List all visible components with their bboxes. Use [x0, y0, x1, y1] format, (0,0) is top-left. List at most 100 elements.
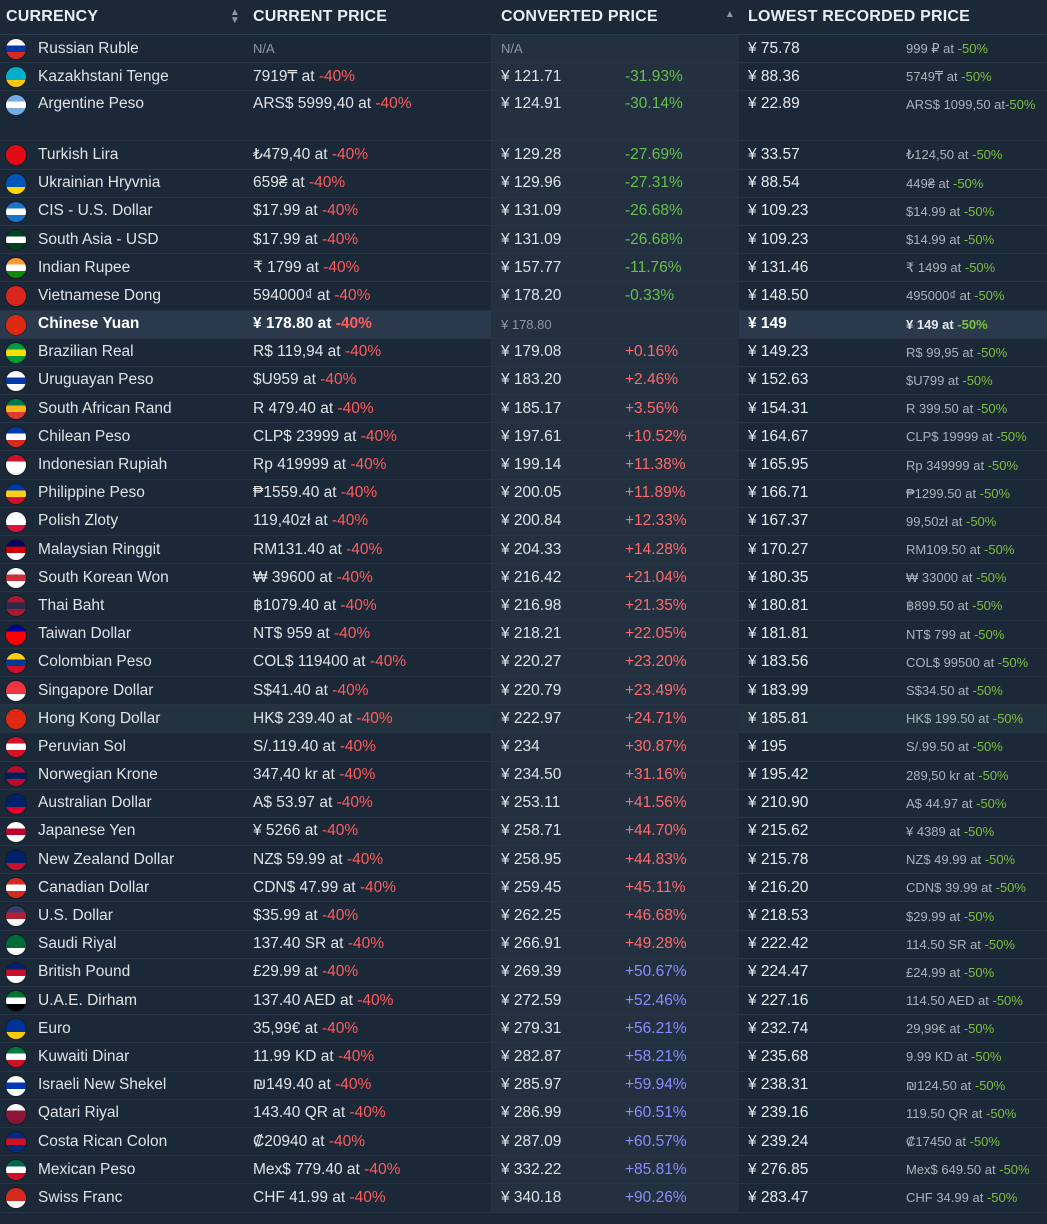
current-price: CDN$ 47.99 at -40% — [253, 874, 396, 901]
lowest-discount: -50% — [968, 598, 1003, 614]
current-discount: -40% — [352, 991, 394, 1009]
currency-name: Indonesian Rupiah — [38, 456, 168, 474]
flag-icon — [6, 934, 26, 955]
current-price-value: 35,99€ at — [253, 1019, 318, 1037]
table-row[interactable]: Qatari Riyal 143.40 QR at -40% ¥ 286.99 +60… — [0, 1099, 1047, 1128]
table-row[interactable]: Colombian Peso COL$ 119400 at -40% ¥ 220.2… — [0, 648, 1047, 677]
table-row[interactable]: Malaysian Ringgit RM131.40 at -40% ¥ 204.3… — [0, 536, 1047, 565]
table-row[interactable]: Argentine Peso ARS$ 5999,40 at -40% ¥ 124.… — [0, 91, 1047, 142]
current-discount: -40% — [352, 709, 393, 727]
current-price: ₪149.40 at -40% — [253, 1072, 371, 1099]
table-row[interactable]: U.A.E. Dirham 137.40 AED at -40% ¥ 272.59 +… — [0, 987, 1047, 1016]
lowest-local-price-value: $29.99 at — [906, 908, 961, 924]
table-row[interactable]: British Pound £29.99 at -40% ¥ 269.39 +50.6… — [0, 958, 1047, 987]
table-row[interactable]: Chilean Peso CLP$ 23999 at -40% ¥ 197.61 +1… — [0, 423, 1047, 452]
price-difference-percent: +21.35% — [625, 596, 687, 614]
flag-icon — [6, 258, 26, 279]
table-row[interactable]: Israeli New Shekel ₪149.40 at -40% ¥ 285.9… — [0, 1071, 1047, 1100]
column-header-currency[interactable]: CURRENCY ▲ ▼ — [6, 0, 242, 34]
price-difference-percent: -26.68% — [625, 202, 683, 220]
converted-price: ¥ 272.59 — [501, 991, 562, 1009]
current-discount: -40% — [355, 878, 397, 896]
current-price-value: S/.119.40 at — [253, 737, 336, 755]
table-row[interactable]: Brazilian Real R$ 119,94 at -40% ¥ 179.08 +… — [0, 338, 1047, 367]
table-row[interactable]: Vietnamese Dong 594000₫ at -40% ¥ 178.20 -0… — [0, 282, 1047, 311]
table-row[interactable]: CIS - U.S. Dollar $17.99 at -40% ¥ 131.09 -… — [0, 197, 1047, 226]
table-row[interactable]: New Zealand Dollar NZ$ 59.99 at -40% ¥ 258… — [0, 846, 1047, 875]
table-row[interactable]: South African Rand R 479.40 at -40% ¥ 185.… — [0, 395, 1047, 424]
table-row[interactable]: South Asia - USD $17.99 at -40% ¥ 131.09 -2… — [0, 225, 1047, 255]
table-row[interactable]: Saudi Riyal 137.40 SR at -40% ¥ 266.91 +49.… — [0, 930, 1047, 959]
table-row[interactable]: Kuwaiti Dinar 11.99 KD at -40% ¥ 282.87 +58… — [0, 1043, 1047, 1072]
lowest-local-price-value: ₹ 1499 at — [906, 259, 962, 275]
table-row[interactable]: Polish Zloty 119,40zł at -40% ¥ 200.84 +12.… — [0, 507, 1047, 536]
flag-icon — [6, 1131, 26, 1152]
table-row[interactable]: U.S. Dollar $35.99 at -40% ¥ 262.25 +46.68%… — [0, 902, 1047, 931]
lowest-local-price: RM109.50 at -50% — [906, 536, 1014, 563]
table-row[interactable]: Turkish Lira ₺479,40 at -40% ¥ 129.28 -27.6… — [0, 141, 1047, 170]
current-price: ₱1559.40 at -40% — [253, 480, 377, 507]
lowest-converted-price: ¥ 88.36 — [748, 67, 800, 85]
table-row[interactable]: Euro 35,99€ at -40% ¥ 279.31 +56.21% ¥ 232.7… — [0, 1015, 1047, 1044]
flag-icon — [6, 906, 26, 927]
table-row[interactable]: Ukrainian Hryvnia 659₴ at -40% ¥ 129.96 -27… — [0, 169, 1047, 198]
table-row[interactable]: Canadian Dollar CDN$ 47.99 at -40% ¥ 259.4… — [0, 874, 1047, 903]
table-row[interactable]: Peruvian Sol S/.119.40 at -40% ¥ 234 +30.87… — [0, 733, 1047, 762]
flag-icon — [6, 67, 26, 88]
sort-both-icon[interactable]: ▲ ▼ — [230, 8, 240, 26]
current-price-value: N/A — [253, 41, 275, 57]
table-row[interactable]: Taiwan Dollar NT$ 959 at -40% ¥ 218.21 +22.… — [0, 620, 1047, 649]
current-price-value: 659₴ at — [253, 174, 305, 192]
table-row[interactable]: Mexican Peso Mex$ 779.40 at -40% ¥ 332.22 +… — [0, 1156, 1047, 1185]
lowest-local-price-value: 114.50 SR at — [906, 936, 981, 952]
lowest-local-price: A$ 44.97 at -50% — [906, 790, 1006, 817]
column-header-lowest-price-label: LOWEST RECORDED PRICE — [748, 8, 970, 25]
table-row[interactable]: Singapore Dollar S$41.40 at -40% ¥ 220.79 +… — [0, 676, 1047, 706]
lowest-converted-price: ¥ 180.35 — [748, 568, 809, 586]
table-row[interactable]: Philippine Peso ₱1559.40 at -40% ¥ 200.05 +… — [0, 479, 1047, 508]
current-price: NT$ 959 at -40% — [253, 621, 370, 648]
table-row[interactable]: Kazakhstani Tenge 7919₸ at -40% ¥ 121.71 -3… — [0, 63, 1047, 92]
current-discount: -40% — [346, 456, 387, 474]
current-price: CLP$ 23999 at -40% — [253, 423, 397, 450]
column-header-converted-price[interactable]: CONVERTED PRICE ▲ — [501, 0, 737, 34]
table-row[interactable]: Indian Rupee ₹ 1799 at -40% ¥ 157.77 -11.76… — [0, 254, 1047, 283]
lowest-local-price-value: 9.99 KD at — [906, 1049, 968, 1065]
table-row[interactable]: South Korean Won ₩ 39600 at -40% ¥ 216.42 +… — [0, 564, 1047, 593]
table-row[interactable]: Uruguayan Peso $U959 at -40% ¥ 183.20 +2.46… — [0, 366, 1047, 396]
table-row[interactable]: Hong Kong Dollar HK$ 239.40 at -40% ¥ 222.… — [0, 705, 1047, 734]
flag-icon — [6, 1188, 26, 1209]
lowest-local-price: ARS$ 1099,50 at -50% — [906, 91, 1041, 142]
lowest-converted-price: ¥ 283.47 — [748, 1188, 809, 1206]
table-row[interactable]: Indonesian Rupiah Rp 419999 at -40% ¥ 199.… — [0, 451, 1047, 480]
lowest-discount: -50% — [974, 767, 1009, 783]
lowest-converted-price: ¥ 210.90 — [748, 794, 809, 812]
current-discount: -40% — [317, 963, 359, 981]
table-row[interactable]: Japanese Yen ¥ 5266 at -40% ¥ 258.71 +44.70… — [0, 817, 1047, 847]
sort-ascending-icon[interactable]: ▲ — [725, 10, 735, 20]
flag-icon — [6, 173, 26, 194]
lowest-local-price: CDN$ 39.99 at -50% — [906, 874, 1026, 901]
column-header-current-price[interactable]: CURRENT PRICE — [253, 0, 489, 34]
table-row[interactable]: Costa Rican Colon ₡20940 at -40% ¥ 287.09 +… — [0, 1127, 1047, 1157]
table-row[interactable]: Russian Ruble N/A N/A ¥ 75.78 999 ₽ at -50% — [0, 35, 1047, 64]
column-header-lowest-recorded-price[interactable]: LOWEST RECORDED PRICE — [748, 0, 1038, 34]
current-price-value: 11.99 KD at — [253, 1047, 334, 1065]
lowest-discount: -50% — [980, 936, 1015, 952]
flag-icon — [6, 1019, 26, 1040]
flag-icon — [6, 878, 26, 899]
lowest-local-price: HK$ 199.50 at -50% — [906, 705, 1023, 732]
price-difference-percent: +3.56% — [625, 399, 679, 417]
table-row[interactable]: Swiss Franc CHF 41.99 at -40% ¥ 340.18 +90.… — [0, 1184, 1047, 1213]
lowest-local-price: S/.99.50 at -50% — [906, 733, 1003, 760]
current-price: $35.99 at -40% — [253, 902, 358, 929]
converted-price: ¥ 258.95 — [501, 850, 562, 868]
lowest-discount: -50% — [980, 542, 1015, 558]
table-row[interactable]: Thai Baht ฿1079.40 at -40% ¥ 216.98 +21.35%… — [0, 592, 1047, 621]
table-row[interactable]: Australian Dollar A$ 53.97 at -40% ¥ 253.1… — [0, 789, 1047, 818]
current-price-value: S$41.40 at — [253, 681, 328, 699]
current-price-value: Mex$ 779.40 at — [253, 1160, 360, 1178]
lowest-local-price: $29.99 at -50% — [906, 902, 994, 929]
table-row[interactable]: Norwegian Krone 347,40 kr at -40% ¥ 234.50… — [0, 761, 1047, 790]
table-row[interactable]: Chinese Yuan ¥ 178.80 at -40% ¥ 178.80 ¥ 14… — [0, 310, 1047, 339]
